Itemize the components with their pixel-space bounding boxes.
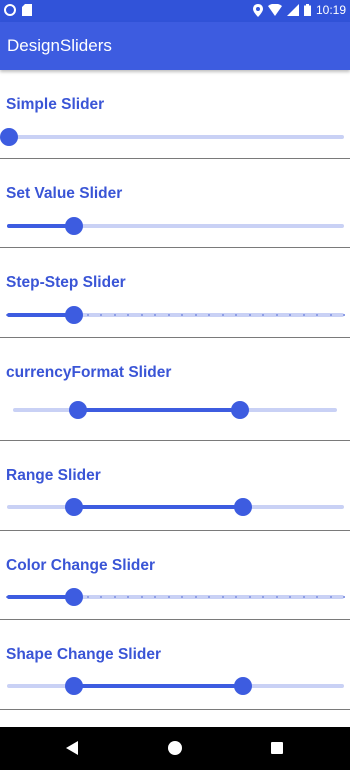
slider-label: Step-Step Slider — [6, 274, 126, 291]
slider-label: Set Value Slider — [6, 185, 123, 202]
slider-active-track — [74, 505, 243, 509]
slider-tick — [248, 314, 251, 316]
slider-active-track — [7, 224, 75, 228]
slider-active-track — [7, 595, 75, 599]
slider-active-track — [7, 313, 75, 317]
app-bar: DesignSliders — [0, 22, 350, 70]
slider-tick — [154, 596, 157, 598]
slider-tick — [194, 314, 197, 316]
slider-tick — [167, 314, 170, 316]
slider-section-range: Range Slider — [0, 441, 350, 531]
slider-label: Shape Change Slider — [6, 646, 162, 663]
slider-tick — [302, 596, 305, 598]
slider-section-simple: Simple Slider — [0, 70, 350, 159]
slider-tick — [275, 596, 278, 598]
wifi-icon — [267, 4, 282, 16]
slider-label: Color Change Slider — [6, 557, 155, 574]
slider-tick — [329, 314, 332, 316]
slider-section-step: Step-Step Slider — [0, 248, 350, 338]
status-time: 10:19 — [315, 3, 346, 17]
slider-tick — [275, 314, 278, 316]
slider-tick — [127, 596, 130, 598]
slider-tick — [127, 314, 130, 316]
slider-end-thumb[interactable] — [233, 677, 252, 695]
slider-tick — [329, 596, 332, 598]
slider-tick — [113, 314, 116, 316]
location-icon — [252, 3, 263, 17]
slider-end-thumb[interactable] — [230, 401, 249, 419]
back-icon[interactable] — [66, 741, 78, 755]
slider-tick — [167, 596, 170, 598]
slider-tick — [86, 314, 89, 316]
slider-tick — [113, 596, 116, 598]
slider-tick — [289, 314, 292, 316]
slider-tick — [194, 596, 197, 598]
range-slider[interactable] — [7, 497, 344, 517]
slider-tick — [235, 314, 238, 316]
slider-tick — [140, 596, 143, 598]
slider-tick — [262, 314, 265, 316]
currency-format-slider[interactable] — [13, 400, 337, 420]
app-title: DesignSliders — [7, 36, 112, 55]
slider-tick — [289, 596, 292, 598]
step-slider[interactable] — [6, 305, 345, 325]
slider-thumb[interactable] — [65, 217, 84, 235]
status-bar: 10:19 — [0, 0, 350, 22]
slider-tick — [262, 596, 265, 598]
navigation-bar — [0, 727, 350, 770]
slider-thumb[interactable] — [65, 588, 84, 606]
slider-active-track — [74, 684, 243, 688]
slider-tick — [343, 596, 345, 598]
recent-apps-icon[interactable] — [271, 742, 283, 754]
slider-track — [7, 135, 344, 139]
slider-start-thumb[interactable] — [65, 677, 84, 695]
slider-tick — [140, 314, 143, 316]
slider-label: Range Slider — [6, 467, 101, 484]
shape-change-slider[interactable] — [7, 676, 344, 696]
slider-label: Simple Slider — [6, 96, 105, 113]
slider-tick — [221, 314, 224, 316]
slider-label: currencyFormat Slider — [6, 364, 172, 381]
slider-list: Simple Slider Set Value Slider Step-Step… — [0, 70, 350, 727]
slider-active-track — [77, 408, 240, 412]
slider-start-thumb[interactable] — [65, 498, 84, 516]
slider-tick — [181, 314, 184, 316]
slider-tick — [316, 314, 319, 316]
simple-slider[interactable] — [0, 127, 344, 147]
slider-section-color: Color Change Slider — [0, 531, 350, 620]
slider-thumb[interactable] — [0, 128, 18, 146]
slider-tick — [235, 596, 238, 598]
slider-tick — [248, 596, 251, 598]
signal-icon — [286, 4, 299, 16]
slider-section-set-value: Set Value Slider — [0, 159, 350, 248]
slider-tick — [100, 596, 103, 598]
battery-icon — [303, 4, 311, 16]
slider-tick — [316, 596, 319, 598]
set-value-slider[interactable] — [7, 216, 344, 236]
slider-tick — [302, 314, 305, 316]
circle-notification-icon — [4, 4, 16, 16]
slider-tick — [86, 596, 89, 598]
slider-section-shape: Shape Change Slider — [0, 620, 350, 710]
slider-tick — [221, 596, 224, 598]
slider-section-currency: currencyFormat Slider — [0, 338, 350, 441]
slider-tick — [154, 314, 157, 316]
color-change-slider[interactable] — [6, 587, 345, 607]
slider-start-thumb[interactable] — [68, 401, 87, 419]
slider-tick — [181, 596, 184, 598]
sd-card-icon — [22, 4, 32, 16]
home-icon[interactable] — [168, 741, 182, 755]
slider-tick — [208, 596, 211, 598]
slider-tick — [343, 314, 345, 316]
slider-end-thumb[interactable] — [233, 498, 252, 516]
slider-thumb[interactable] — [65, 306, 84, 324]
slider-tick — [208, 314, 211, 316]
slider-tick — [100, 314, 103, 316]
